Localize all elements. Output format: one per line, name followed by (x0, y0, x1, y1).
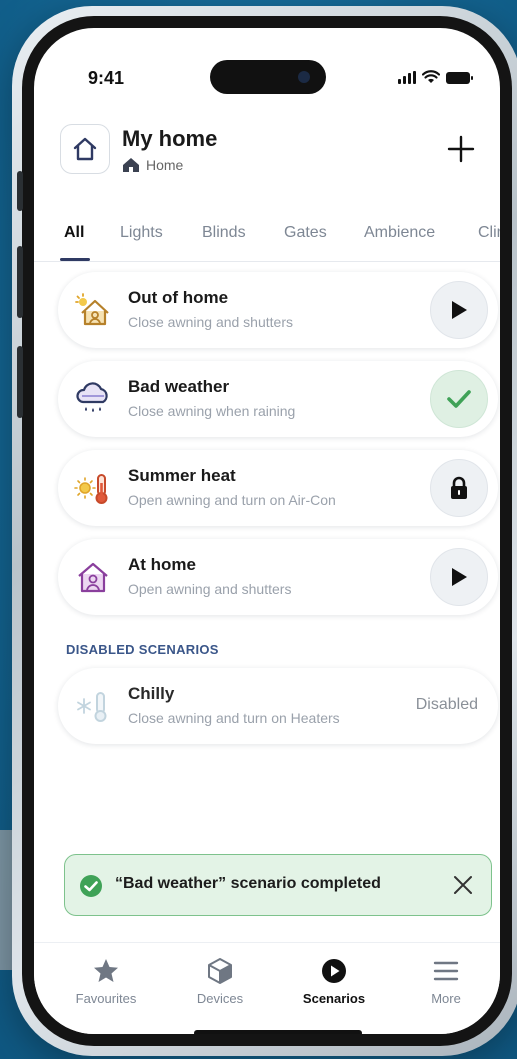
scenario-description: Open awning and turn on Air-Con (128, 492, 336, 508)
nav-label: Devices (196, 991, 244, 1006)
section-title-disabled: DISABLED SCENARIOS (66, 642, 219, 657)
nav-devices[interactable]: Devices (170, 957, 270, 1006)
phone-frame: 9:41 My home Home All Lights Blinds Gate… (12, 6, 517, 1056)
success-toast: “Bad weather” scenario completed (64, 854, 492, 916)
check-icon (447, 390, 471, 408)
scenario-card-summer-heat[interactable]: Summer heat Open awning and turn on Air-… (58, 450, 498, 526)
phone-bezel: 9:41 My home Home All Lights Blinds Gate… (22, 16, 512, 1046)
nav-label: Scenarios (302, 991, 366, 1006)
cube-icon (208, 958, 232, 984)
locked-scenario-button[interactable] (430, 459, 488, 517)
scenario-title: Bad weather (128, 377, 230, 396)
wifi-icon (422, 70, 440, 83)
scenario-description: Open awning and shutters (128, 581, 292, 597)
house-person-icon (78, 562, 108, 593)
scenario-completed-button[interactable] (430, 370, 488, 428)
tab-blinds[interactable]: Blinds (202, 224, 246, 242)
run-scenario-button[interactable] (430, 281, 488, 339)
volume-up-button (17, 246, 23, 318)
tab-lights[interactable]: Lights (120, 224, 163, 242)
tab-all[interactable]: All (64, 224, 84, 242)
nav-more[interactable]: More (396, 957, 496, 1006)
play-icon (452, 568, 467, 586)
scenario-description: Close awning and turn on Heaters (128, 710, 340, 726)
header: My home Home (60, 124, 478, 180)
nav-scenarios[interactable]: Scenarios (284, 957, 384, 1006)
scenario-card-at-home[interactable]: At home Open awning and shutters (58, 539, 498, 615)
play-icon (452, 301, 467, 319)
toast-message: “Bad weather” scenario completed (115, 875, 381, 892)
dynamic-island (210, 60, 326, 94)
lock-icon (451, 476, 467, 499)
scenario-description: Close awning and shutters (128, 314, 293, 330)
scenario-title: Out of home (128, 288, 229, 307)
tab-gates[interactable]: Gates (284, 224, 327, 242)
scenario-title: Summer heat (128, 466, 236, 485)
camera-icon (298, 71, 310, 83)
rain-cloud-icon (76, 382, 108, 412)
scenario-card-out-of-home[interactable]: Out of home Close awning and shutters (58, 272, 498, 348)
home-selector-button[interactable] (60, 124, 110, 174)
screen: 9:41 My home Home All Lights Blinds Gate… (34, 28, 500, 1034)
scenario-title: At home (128, 555, 196, 574)
menu-icon (433, 961, 459, 981)
bottom-navigation: Favourites Devices Scenarios More (34, 942, 500, 1034)
scenario-description: Close awning when raining (128, 403, 296, 419)
signal-icon (398, 71, 416, 84)
volume-down-button (17, 346, 23, 418)
scenario-card-chilly[interactable]: Chilly Close awning and turn on Heaters … (58, 668, 498, 744)
snow-thermometer-icon (77, 692, 107, 722)
run-scenario-button[interactable] (430, 548, 488, 606)
tab-climate[interactable]: Clim (478, 224, 500, 242)
category-tabs: All Lights Blinds Gates Ambience Clim (34, 218, 500, 262)
status-time: 9:41 (88, 68, 125, 88)
home-breadcrumb: Home (122, 157, 183, 173)
scenario-title: Chilly (128, 684, 175, 703)
house-sun-icon (75, 293, 109, 326)
nav-label: Favourites (75, 991, 137, 1006)
sun-thermometer-icon (74, 474, 108, 504)
active-tab-indicator (60, 258, 90, 261)
silent-switch (17, 171, 23, 211)
check-circle-icon (80, 875, 102, 897)
play-circle-icon (322, 959, 346, 983)
home-label: Home (146, 157, 184, 173)
close-icon[interactable] (451, 873, 475, 897)
scenario-card-bad-weather[interactable]: Bad weather Close awning when raining (58, 361, 498, 437)
tab-ambience[interactable]: Ambience (364, 224, 435, 242)
home-icon (123, 158, 139, 172)
battery-icon (446, 72, 473, 84)
add-icon[interactable] (446, 134, 476, 164)
status-badge: Disabled (415, 696, 478, 713)
nav-label: More (431, 991, 461, 1006)
nav-favourites[interactable]: Favourites (56, 957, 156, 1006)
status-icons (398, 70, 473, 84)
page-title: My home (122, 126, 218, 151)
house-outline-icon (73, 137, 97, 161)
home-indicator (194, 1030, 362, 1034)
star-icon (94, 959, 118, 982)
